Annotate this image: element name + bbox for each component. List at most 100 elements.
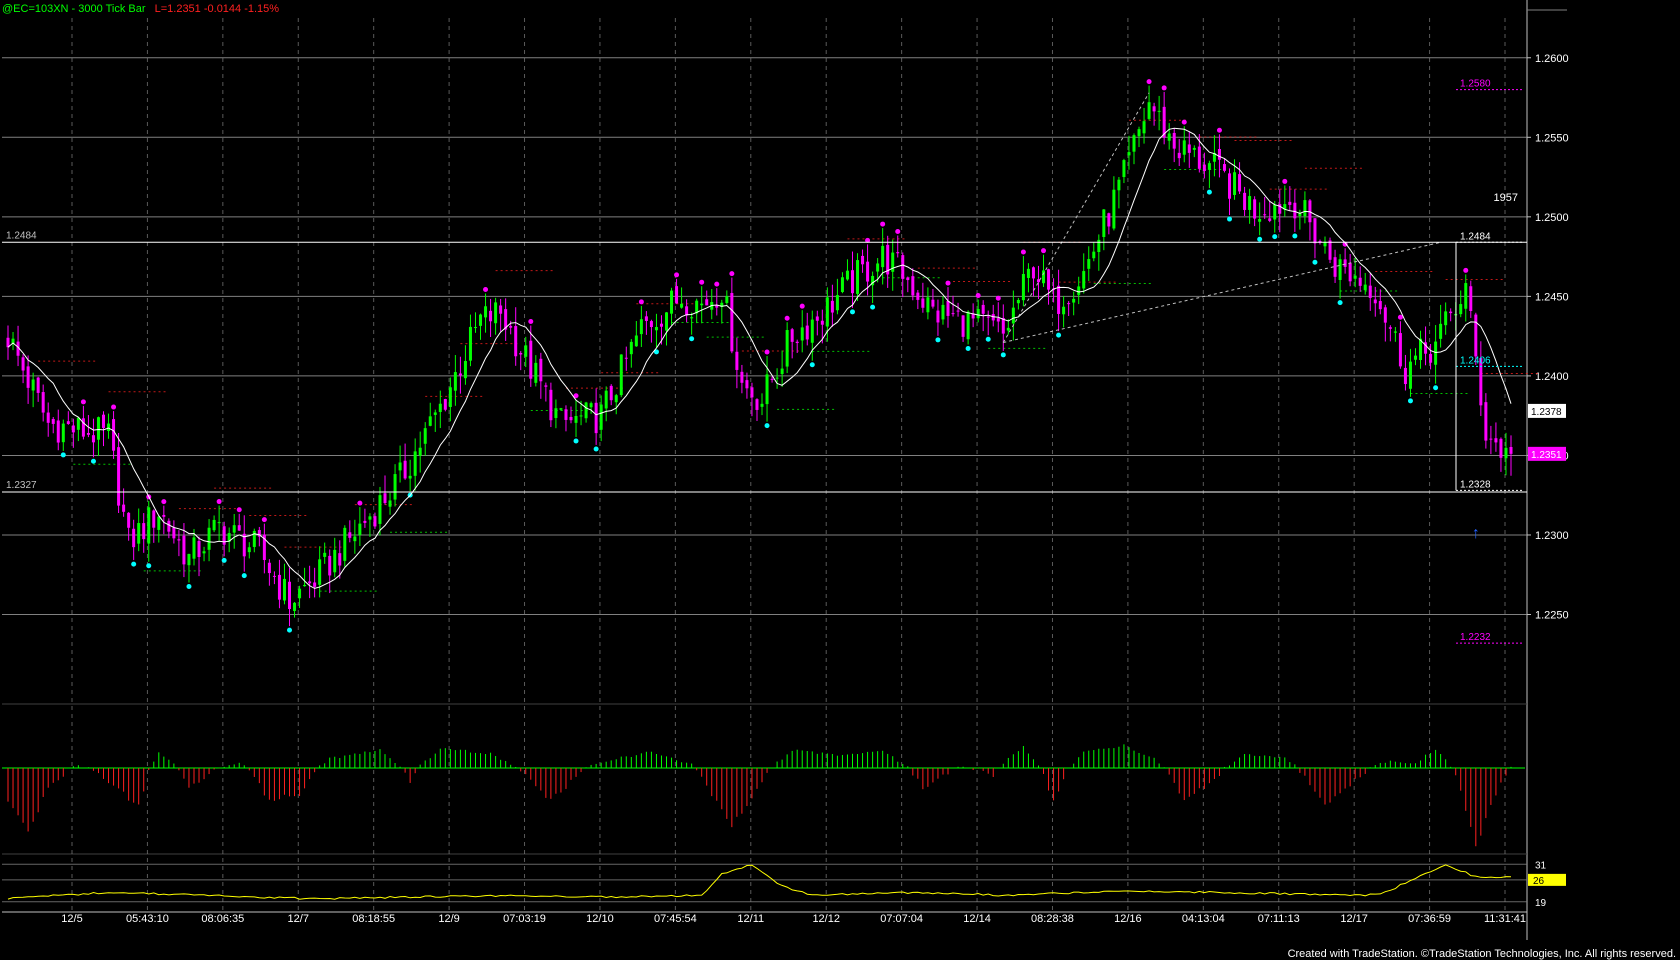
price-box-label: 1.2351 — [1531, 450, 1562, 461]
swing-high-dot — [261, 517, 267, 523]
candle-body — [388, 500, 392, 507]
candle-body — [1187, 144, 1191, 153]
candle-body — [31, 379, 35, 391]
candle-body — [1494, 438, 1498, 443]
candle-body — [599, 404, 603, 430]
swing-low-dot — [1337, 300, 1343, 306]
up-arrow-icon: ↑ — [1472, 525, 1480, 542]
time-tick-label: 12/12 — [812, 913, 840, 925]
candle-body — [1026, 268, 1030, 278]
candle-body — [559, 408, 563, 410]
candle-body — [1413, 355, 1417, 360]
time-tick-label: 12/9 — [438, 913, 459, 925]
candle-body — [820, 320, 824, 325]
price-tick-label: 1.2250 — [1535, 610, 1569, 622]
candle-body — [1439, 323, 1443, 339]
candle-body — [614, 395, 618, 403]
swing-high-dot — [1216, 127, 1222, 133]
candle-body — [398, 462, 402, 471]
candle-body — [192, 537, 196, 559]
candle-body — [1358, 277, 1362, 286]
candle-body — [232, 525, 236, 533]
swing-low-dot — [985, 336, 991, 342]
candle-body — [740, 371, 744, 383]
swing-low-dot — [689, 336, 695, 342]
candle-body — [1082, 271, 1086, 289]
candle-body — [494, 302, 498, 324]
candle-body — [639, 319, 643, 335]
swing-low-dot — [809, 362, 815, 368]
candle-body — [1268, 218, 1272, 221]
candle-body — [1102, 209, 1106, 238]
candle-body — [750, 387, 754, 398]
candle-body — [966, 311, 970, 340]
swing-high-dot — [161, 499, 167, 505]
candle-body — [1057, 285, 1061, 314]
candle-body — [1077, 286, 1081, 295]
candle-body — [167, 520, 171, 532]
candle-body — [705, 299, 709, 306]
candle-body — [112, 419, 116, 451]
candle-body — [343, 527, 347, 561]
moving-average-line — [7, 127, 1512, 589]
symbol-title: @EC=103XN - 3000 Tick Bar — [2, 3, 146, 15]
candle-body — [1217, 148, 1221, 160]
swing-high-dot — [880, 221, 886, 227]
candle-body — [187, 553, 191, 566]
candle-body — [308, 581, 312, 584]
candle-body — [1303, 200, 1307, 217]
candle-body — [790, 329, 794, 342]
candle-body — [489, 310, 493, 322]
candle-body — [182, 535, 186, 565]
time-tick-label: 08:18:55 — [352, 913, 395, 925]
candle-body — [649, 321, 653, 328]
candle-body — [499, 305, 503, 314]
candle-body — [866, 261, 870, 282]
time-tick-label: 07:36:59 — [1408, 913, 1451, 925]
candle-body — [177, 539, 181, 541]
candle-body — [26, 366, 30, 388]
candle-body — [132, 528, 136, 548]
candle-body — [1449, 311, 1453, 314]
swing-low-dot — [1292, 233, 1298, 239]
candle-body — [378, 495, 382, 524]
candle-body — [1459, 304, 1463, 315]
candle-body — [142, 523, 146, 540]
candle-body — [1243, 192, 1247, 210]
candle-body — [1152, 106, 1156, 112]
candle-body — [428, 416, 432, 426]
swing-low-dot — [935, 337, 941, 343]
candle-body — [579, 415, 583, 417]
swing-high-dot — [1146, 79, 1152, 85]
candle-body — [1328, 240, 1332, 260]
candle-body — [298, 588, 302, 599]
chart-canvas: 1.26001.25501.25001.24501.24001.23501.23… — [2, 0, 1569, 940]
candle-body — [468, 326, 472, 361]
candle-body — [1474, 314, 1478, 357]
candle-body — [830, 300, 834, 313]
candle-body — [961, 315, 965, 337]
candle-body — [287, 581, 291, 610]
oscillator-bars — [7, 744, 1512, 847]
candle-body — [1016, 299, 1020, 304]
level-label: 1.2406 — [1460, 355, 1491, 366]
level-label: 1.2327 — [6, 480, 37, 491]
candle-body — [1157, 110, 1161, 112]
swing-high-dot — [995, 295, 1001, 301]
candle-body — [916, 292, 920, 300]
swing-high-dot — [975, 293, 981, 299]
candle-body — [137, 523, 141, 544]
candle-body — [41, 392, 45, 413]
swing-high-dot — [1161, 85, 1167, 91]
candle-body — [272, 575, 276, 577]
candle-body — [1233, 172, 1237, 195]
candle-body — [1248, 196, 1252, 210]
candle-body — [1504, 447, 1508, 459]
candle-body — [197, 540, 201, 558]
candle-body — [951, 313, 955, 315]
swing-high-dot — [111, 404, 117, 410]
candle-body — [1469, 286, 1473, 312]
swing-high-dot — [1020, 249, 1026, 255]
candle-body — [1182, 140, 1186, 155]
candle-body — [313, 582, 317, 587]
